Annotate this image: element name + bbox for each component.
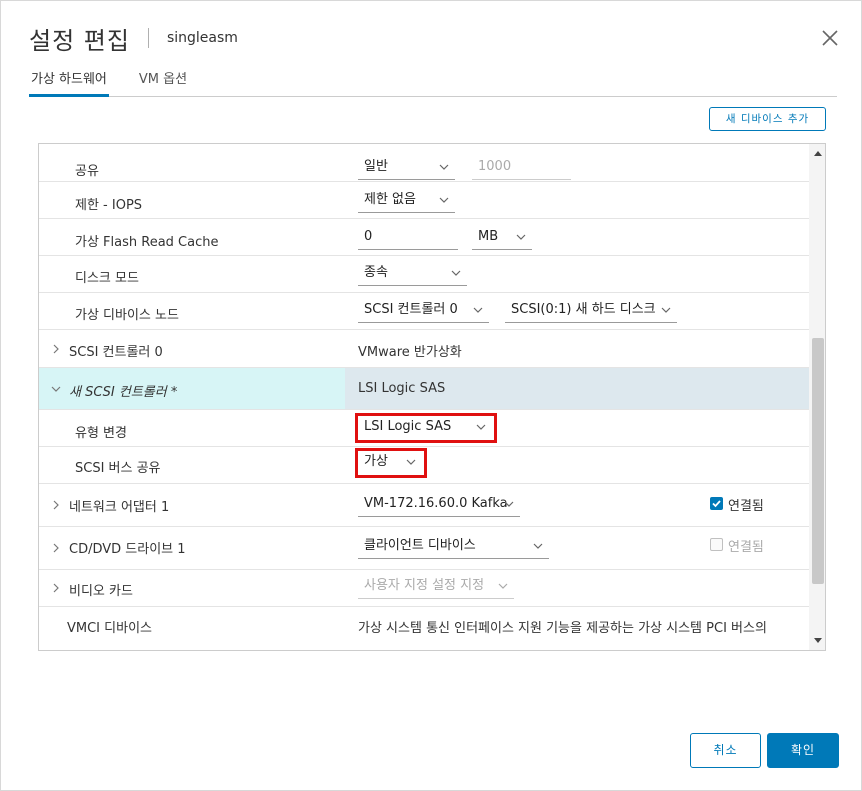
flash-cache-unit-value: MB [478, 229, 499, 244]
close-icon[interactable] [819, 27, 841, 49]
chevron-down-icon [473, 307, 483, 313]
tab-bar: 가상 하드웨어 VM 옵션 [29, 69, 837, 97]
connected-checkbox [710, 538, 723, 551]
network-select-value: VM-172.16.60.0 Kafka [364, 496, 508, 511]
row-value: VMware 반가상화 [358, 345, 462, 360]
chevron-right-icon[interactable] [51, 543, 61, 553]
limit-iops-select[interactable]: 제한 없음 [358, 189, 455, 213]
node-select-value: SCSI(0:1) 새 하드 디스크 [511, 302, 656, 317]
highlight-box [355, 448, 427, 478]
row-cd-dvd-drive-1[interactable]: CD/DVD 드라이브 1 클라이언트 디바이스 연결됨 [39, 527, 809, 570]
row-vmci-device: VMCI 디바이스 가상 시스템 통신 인터페이스 지원 기능을 제공하는 가상… [39, 607, 809, 644]
row-label: 유형 변경 [75, 426, 127, 441]
row-flash-read-cache: 가상 Flash Read Cache 0 MB [39, 219, 809, 256]
row-scsi-bus-sharing: SCSI 버스 공유 가상 [39, 447, 809, 484]
connected-checkbox[interactable] [710, 497, 723, 510]
chevron-down-icon [439, 164, 449, 170]
row-label: SCSI 컨트롤러 0 [69, 345, 163, 360]
cdrom-select[interactable]: 클라이언트 디바이스 [358, 535, 549, 559]
highlight-box [355, 413, 497, 443]
scrollbar-thumb[interactable] [812, 338, 824, 584]
limit-iops-select-value: 제한 없음 [364, 192, 416, 207]
row-scsi-controller-0[interactable]: SCSI 컨트롤러 0 VMware 반가상화 [39, 330, 809, 368]
row-label: VMCI 디바이스 [67, 621, 152, 636]
chevron-down-icon [439, 197, 449, 203]
share-select-value: 일반 [364, 159, 388, 174]
row-value: LSI Logic SAS [358, 381, 446, 396]
row-share: 공유 일반 1000 [39, 144, 809, 182]
device-node-controller-select[interactable]: SCSI 컨트롤러 0 [358, 299, 489, 323]
title-divider [147, 28, 149, 48]
row-value: 가상 시스템 통신 인터페이스 지원 기능을 제공하는 가상 시스템 PCI 버… [358, 621, 767, 636]
chevron-down-icon [451, 270, 461, 276]
chevron-down-icon[interactable] [51, 384, 61, 394]
row-video-card[interactable]: 비디오 카드 사용자 지정 설정 지정 [39, 570, 809, 607]
disk-mode-select-value: 종속 [364, 265, 388, 280]
dialog-header: 설정 편집 singleasm [29, 21, 238, 55]
chevron-down-icon [504, 501, 514, 507]
row-label: 네트워크 어댑터 1 [69, 500, 170, 515]
video-select-value: 사용자 지정 설정 지정 [364, 578, 485, 593]
chevron-down-icon [516, 234, 526, 240]
row-label: 디스크 모드 [75, 271, 139, 286]
row-change-type: 유형 변경 LSI Logic SAS [39, 410, 809, 447]
connected-label: 연결됨 [728, 499, 764, 514]
hardware-rows: 공유 일반 1000 제한 - IOPS 제한 없음 가상 Flash Read… [39, 144, 809, 644]
row-label: 새 SCSI 컨트롤러 * [69, 385, 178, 400]
row-virtual-device-node: 가상 디바이스 노드 SCSI 컨트롤러 0 SCSI(0:1) 새 하드 디스… [39, 293, 809, 330]
connected-label: 연결됨 [728, 540, 764, 555]
scroll-up-icon[interactable] [813, 149, 823, 157]
tab-virtual-hardware[interactable]: 가상 하드웨어 [29, 69, 109, 97]
controller-select-value: SCSI 컨트롤러 0 [364, 302, 458, 317]
chevron-right-icon[interactable] [51, 583, 61, 593]
disk-mode-select[interactable]: 종속 [358, 262, 467, 286]
video-card-select: 사용자 지정 설정 지정 [358, 575, 514, 599]
cdrom-select-value: 클라이언트 디바이스 [364, 538, 476, 553]
add-new-device-button[interactable]: 새 디바이스 추가 [709, 107, 826, 131]
row-network-adapter-1[interactable]: 네트워크 어댑터 1 VM-172.16.60.0 Kafka 연결됨 [39, 484, 809, 527]
device-node-slot-select[interactable]: SCSI(0:1) 새 하드 디스크 [505, 299, 677, 323]
chevron-down-icon [533, 543, 543, 549]
vm-name: singleasm [166, 30, 238, 46]
chevron-down-icon [498, 583, 508, 589]
row-label: SCSI 버스 공유 [75, 461, 161, 476]
chevron-down-icon [661, 307, 671, 313]
row-disk-mode: 디스크 모드 종속 [39, 256, 809, 293]
cancel-button[interactable]: 취소 [690, 733, 761, 768]
row-label: 가상 디바이스 노드 [75, 308, 179, 323]
ok-button[interactable]: 확인 [767, 733, 839, 768]
scroll-down-icon[interactable] [813, 637, 823, 645]
flash-cache-input[interactable]: 0 [358, 226, 458, 250]
scrollbar[interactable] [809, 144, 825, 650]
row-new-scsi-controller[interactable]: 새 SCSI 컨트롤러 * LSI Logic SAS [39, 368, 809, 410]
row-label: 비디오 카드 [69, 584, 133, 599]
share-value-input: 1000 [472, 156, 571, 180]
flash-cache-unit-select[interactable]: MB [472, 226, 532, 250]
chevron-right-icon[interactable] [51, 344, 61, 354]
dialog-title: 설정 편집 [29, 26, 130, 55]
edit-settings-dialog: 설정 편집 singleasm 가상 하드웨어 VM 옵션 새 디바이스 추가 … [0, 0, 862, 791]
row-label: 제한 - IOPS [75, 198, 143, 213]
row-label: 가상 Flash Read Cache [75, 235, 219, 250]
network-select[interactable]: VM-172.16.60.0 Kafka [358, 493, 520, 517]
share-select[interactable]: 일반 [358, 156, 455, 180]
row-label: 공유 [75, 164, 99, 179]
check-icon [712, 500, 721, 508]
hardware-list-panel: 공유 일반 1000 제한 - IOPS 제한 없음 가상 Flash Read… [38, 143, 826, 651]
tab-vm-options[interactable]: VM 옵션 [137, 69, 189, 97]
row-limit-iops: 제한 - IOPS 제한 없음 [39, 182, 809, 219]
row-label: CD/DVD 드라이브 1 [69, 542, 186, 557]
chevron-right-icon[interactable] [51, 500, 61, 510]
